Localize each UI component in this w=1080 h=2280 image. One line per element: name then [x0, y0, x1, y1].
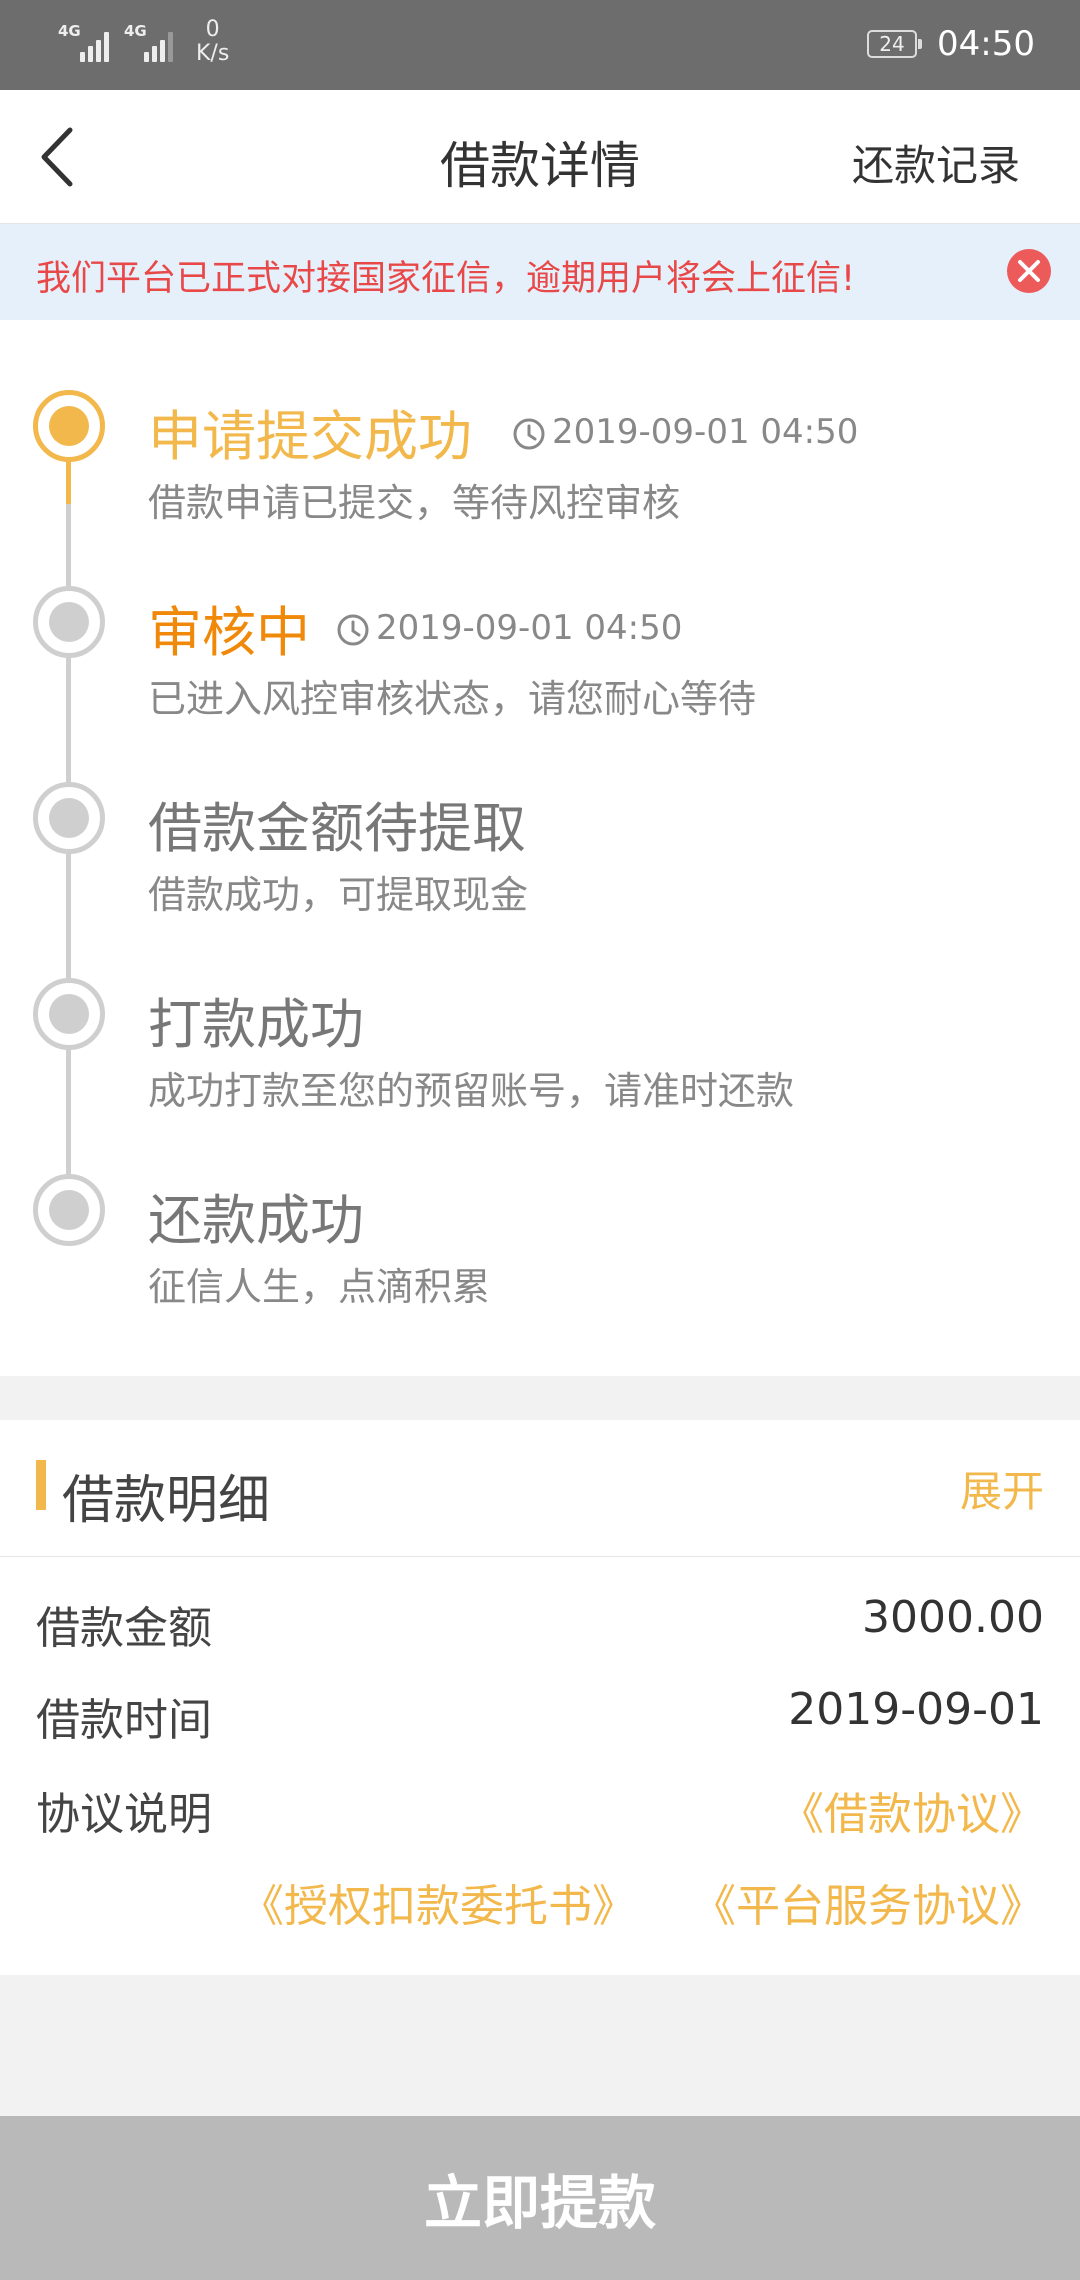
section-accent-bar	[36, 1460, 46, 1510]
step-1-title: 申请提交成功	[148, 405, 472, 468]
step-3-title: 借款金额待提取	[148, 797, 526, 860]
authorization-agreement-link[interactable]: 《授权扣款委托书》	[240, 1870, 636, 1934]
notice-banner: 我们平台已正式对接国家征信，逾期用户将会上征信!	[0, 224, 1080, 320]
loan-amount-label: 借款金额	[36, 1603, 212, 1654]
battery-icon: 24	[867, 30, 922, 58]
clock-icon	[513, 418, 545, 449]
loan-detail-card: 借款明细 展开 借款金额 3000.00 借款时间 2019-09-01 协议说…	[0, 1420, 1080, 1975]
network-speed: 0 K/s	[196, 18, 229, 66]
step-4-title: 打款成功	[148, 993, 364, 1056]
step-4-desc: 成功打款至您的预留账号，请准时还款	[148, 1069, 795, 1113]
close-icon	[1007, 249, 1051, 293]
app-header: 借款详情 还款记录	[0, 90, 1080, 224]
step-5-title: 还款成功	[148, 1189, 364, 1252]
notice-close-button[interactable]	[1007, 249, 1051, 293]
step-2-time: 2019-09-01 04:50	[336, 608, 682, 648]
timeline-dot-step-2	[33, 586, 105, 658]
step-3-desc: 借款成功，可提取现金	[148, 873, 529, 917]
progress-timeline: 申请提交成功 2019-09-01 04:50 借款申请已提交，等待风控审核 审…	[0, 320, 1080, 1376]
step-1-desc: 借款申请已提交，等待风控审核	[148, 481, 681, 525]
repayment-records-link[interactable]: 还款记录	[852, 132, 1020, 193]
timeline-dot-step-4	[33, 978, 105, 1050]
loan-time-value: 2019-09-01	[788, 1684, 1044, 1735]
loan-time-label: 借款时间	[36, 1695, 212, 1746]
network-type-sim1: 4G	[58, 22, 81, 40]
clock-icon	[337, 614, 369, 645]
loan-detail-header: 借款明细 展开	[0, 1420, 1080, 1557]
signal-icon-sim1: 4G	[58, 22, 118, 62]
timeline-dot-step-3	[33, 782, 105, 854]
step-1-time-text: 2019-09-01 04:50	[552, 412, 859, 452]
battery-level: 24	[879, 32, 905, 56]
step-2-time-text: 2019-09-01 04:50	[376, 608, 683, 648]
withdraw-now-button[interactable]: 立即提款	[0, 2116, 1080, 2280]
network-speed-value: 0	[205, 17, 220, 42]
step-2-desc: 已进入风控审核状态，请您耐心等待	[148, 677, 757, 721]
signal-icon-sim2: 4G	[124, 22, 184, 62]
agreement-label: 协议说明	[36, 1789, 212, 1840]
step-5-desc: 征信人生，点滴积累	[148, 1265, 491, 1309]
step-1-time: 2019-09-01 04:50	[512, 412, 858, 452]
expand-button[interactable]: 展开	[960, 1458, 1044, 1519]
loan-agreement-link[interactable]: 《借款协议》	[780, 1778, 1044, 1842]
status-bar: 4G 4G 0 K/s 24 04:50	[0, 0, 1080, 90]
timeline-dot-step-5	[33, 1174, 105, 1246]
platform-agreement-link[interactable]: 《平台服务协议》	[692, 1870, 1044, 1934]
timeline-dot-step-1	[33, 390, 105, 462]
status-time: 04:50	[937, 24, 1035, 64]
network-type-sim2: 4G	[124, 22, 147, 40]
network-speed-unit: K/s	[196, 41, 230, 66]
loan-detail-title: 借款明细	[62, 1471, 271, 1531]
notice-text: 我们平台已正式对接国家征信，逾期用户将会上征信!	[36, 259, 856, 299]
step-2-title: 审核中	[148, 601, 310, 664]
loan-amount-value: 3000.00	[862, 1592, 1044, 1643]
